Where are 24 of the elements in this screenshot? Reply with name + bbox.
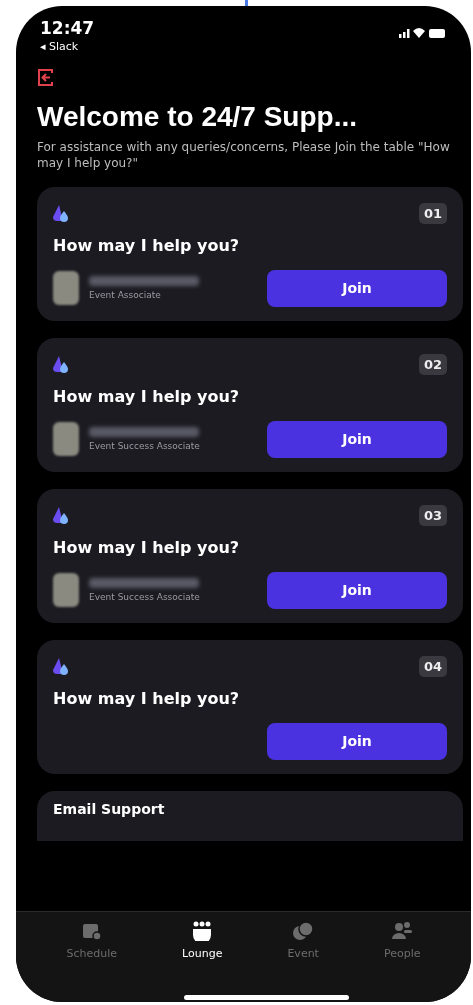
join-button[interactable]: Join [267,420,447,458]
tab-bar-item[interactable]: Schedule [60,920,124,968]
table-title: How may I help you? [53,538,241,557]
tab-bar-item[interactable]: People [377,920,427,968]
tab-bar-item[interactable]: Lounge [176,920,229,968]
host-role: Event Success Associate [89,592,201,602]
host-role: Event Success Associate [89,441,201,451]
page-title: Welcome to 24/7 Supp... [37,101,358,133]
join-button[interactable]: Join [267,269,447,307]
table-title: How may I help you? [53,387,241,406]
join-button[interactable]: Join [267,722,447,760]
table-title: How may I help you? [53,236,241,255]
card-title: Email Support [53,801,166,817]
table-title: How may I help you? [53,689,241,708]
status-time: 12:47 [40,18,95,38]
table-number: 04 [418,656,447,677]
table-number: 01 [418,203,447,224]
tab-bar-item[interactable]: Event [281,920,325,968]
table-number: 02 [418,354,447,375]
host-role: Event Associate [89,290,162,300]
back-to-app-link[interactable]: ◂ Slack [40,40,95,53]
page-subtitle: For assistance with any queries/concerns, Please Join the table "How may I help you?" [37,139,451,171]
table-number: 03 [418,505,447,526]
join-button[interactable]: Join [267,571,447,609]
